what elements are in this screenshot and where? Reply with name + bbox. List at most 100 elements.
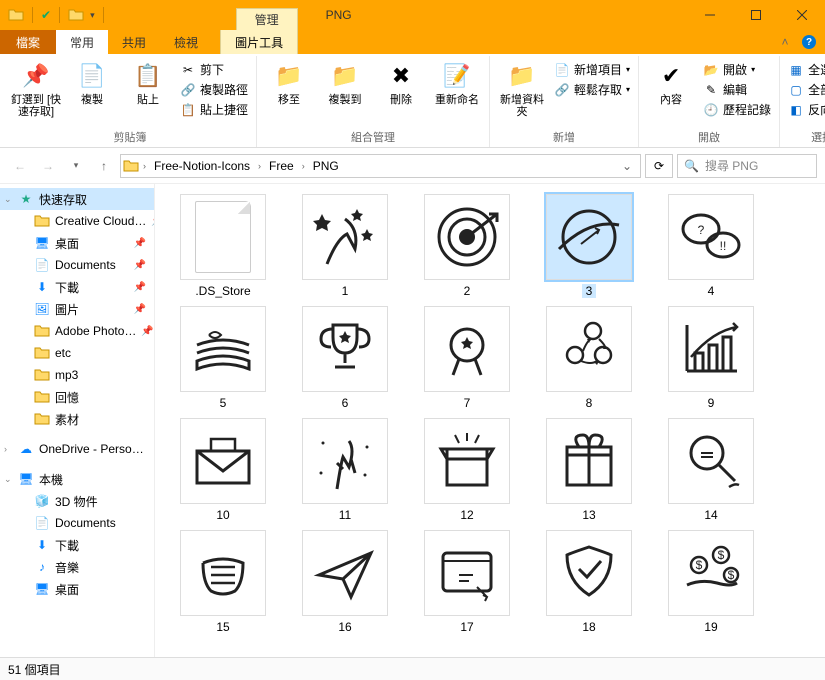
paste-shortcut-button[interactable]: 📋貼上捷徑 xyxy=(178,100,250,119)
sidebar-item-adobe[interactable]: Adobe Photo…📌 xyxy=(0,320,154,342)
cube-icon: 🧊 xyxy=(34,493,50,509)
qa-dropdown-icon[interactable]: ▾ xyxy=(90,10,95,21)
sidebar-item-this-pc[interactable]: ⌄🖥本機 xyxy=(0,468,154,490)
forward-button[interactable]: → xyxy=(36,154,60,178)
properties-button[interactable]: ✔內容 xyxy=(643,58,699,108)
address-field[interactable]: › Free-Notion-Icons › Free › PNG ⌄ xyxy=(120,154,641,178)
file-item[interactable]: 12 xyxy=(417,418,517,522)
pin-icon: 📌 xyxy=(134,238,146,249)
cut-button[interactable]: ✂剪下 xyxy=(178,60,250,79)
file-item[interactable]: 5 xyxy=(173,306,273,410)
back-button[interactable]: ← xyxy=(8,154,32,178)
easy-access-icon: 🔗 xyxy=(554,82,570,98)
breadcrumb-free[interactable]: Free xyxy=(265,157,298,175)
sidebar-item-etc[interactable]: etc xyxy=(0,342,154,364)
path-icon: 🔗 xyxy=(180,82,196,98)
qa-check-icon[interactable]: ✔ xyxy=(41,8,51,22)
sidebar-item-desktop2[interactable]: 🖥桌面 xyxy=(0,578,154,600)
search-input[interactable]: 🔍 搜尋 PNG xyxy=(677,154,817,178)
breadcrumb-root[interactable]: Free-Notion-Icons xyxy=(150,157,254,175)
qa-folder-icon[interactable] xyxy=(68,7,84,23)
breadcrumb-png[interactable]: PNG xyxy=(309,157,343,175)
copy-path-button[interactable]: 🔗複製路徑 xyxy=(178,80,250,99)
file-item[interactable]: 6 xyxy=(295,306,395,410)
ribbon-tabs: 檔案 常用 共用 檢視 圖片工具 ˄ ? xyxy=(0,30,825,54)
file-item[interactable]: 16 xyxy=(295,530,395,634)
minimize-button[interactable] xyxy=(687,0,733,30)
sidebar-item-onedrive[interactable]: ›☁OneDrive - Perso… xyxy=(0,438,154,460)
new-folder-button[interactable]: 📁新增資料夾 xyxy=(494,58,550,120)
address-dropdown-icon[interactable]: ⌄ xyxy=(616,159,638,173)
pin-icon: 📌 xyxy=(134,282,146,293)
sidebar-item-creative-cloud[interactable]: Creative Cloud…📌 xyxy=(0,210,154,232)
move-to-button[interactable]: 📁移至 xyxy=(261,58,317,108)
file-item[interactable]: 17 xyxy=(417,530,517,634)
sidebar-item-desktop[interactable]: 🖥桌面📌 xyxy=(0,232,154,254)
sidebar-item-documents[interactable]: 📄Documents📌 xyxy=(0,254,154,276)
file-item[interactable]: 2 xyxy=(417,194,517,298)
file-name: 1 xyxy=(342,284,349,298)
file-item[interactable]: 10 xyxy=(173,418,273,522)
open-button[interactable]: 📂開啟▾ xyxy=(701,60,773,79)
file-item[interactable]: 13 xyxy=(539,418,639,522)
scissors-icon: ✂ xyxy=(180,62,196,78)
sidebar-item-materials[interactable]: 素材 xyxy=(0,408,154,430)
recent-locations-button[interactable]: ▾ xyxy=(64,154,88,178)
invert-selection-button[interactable]: ◧反向選擇 xyxy=(786,100,825,119)
tab-share[interactable]: 共用 xyxy=(108,30,160,54)
app-icon xyxy=(8,7,24,23)
pictures-icon: 🖼 xyxy=(34,301,50,317)
sidebar-item-memories[interactable]: 回憶 xyxy=(0,386,154,408)
file-name: 5 xyxy=(220,396,227,410)
select-all-button[interactable]: ▦全選 xyxy=(786,60,825,79)
file-item[interactable]: 11 xyxy=(295,418,395,522)
pin-button[interactable]: 📌釘選到 [快速存取] xyxy=(8,58,64,120)
file-item[interactable]: 19 xyxy=(661,530,761,634)
sidebar-item-quick-access[interactable]: ⌄★快速存取 xyxy=(0,188,154,210)
file-item[interactable]: 4 xyxy=(661,194,761,298)
sidebar-item-mp3[interactable]: mp3 xyxy=(0,364,154,386)
file-item[interactable]: 8 xyxy=(539,306,639,410)
sidebar-item-music[interactable]: ♪音樂 xyxy=(0,556,154,578)
close-button[interactable] xyxy=(779,0,825,30)
refresh-button[interactable]: ⟳ xyxy=(645,154,673,178)
file-item[interactable]: 3 xyxy=(539,194,639,298)
file-item[interactable]: 15 xyxy=(173,530,273,634)
file-item[interactable]: 1 xyxy=(295,194,395,298)
sidebar-item-pictures[interactable]: 🖼圖片📌 xyxy=(0,298,154,320)
sidebar-item-downloads2[interactable]: ⬇下載 xyxy=(0,534,154,556)
file-item[interactable]: 18 xyxy=(539,530,639,634)
file-item[interactable]: 7 xyxy=(417,306,517,410)
select-none-button[interactable]: ▢全部不選 xyxy=(786,80,825,99)
rename-button[interactable]: 📝重新命名 xyxy=(429,58,485,108)
sidebar-item-documents2[interactable]: 📄Documents xyxy=(0,512,154,534)
tab-view[interactable]: 檢視 xyxy=(160,30,212,54)
edit-button[interactable]: ✎編輯 xyxy=(701,80,773,99)
file-item[interactable]: .DS_Store xyxy=(173,194,273,298)
maximize-button[interactable] xyxy=(733,0,779,30)
file-name: 8 xyxy=(586,396,593,410)
new-item-button[interactable]: 📄新增項目▾ xyxy=(552,60,632,79)
sidebar-item-3d-objects[interactable]: 🧊3D 物件 xyxy=(0,490,154,512)
help-button[interactable]: ? xyxy=(797,30,821,54)
copy-button[interactable]: 📄複製 xyxy=(64,58,120,108)
up-button[interactable]: ↑ xyxy=(92,154,116,178)
delete-icon: ✖ xyxy=(385,60,417,92)
sidebar-item-downloads[interactable]: ⬇下載📌 xyxy=(0,276,154,298)
tab-home[interactable]: 常用 xyxy=(56,30,108,54)
easy-access-button[interactable]: 🔗輕鬆存取▾ xyxy=(552,80,632,99)
history-button[interactable]: 🕘歷程記錄 xyxy=(701,100,773,119)
file-list[interactable]: .DS_Store12345678910111213141516171819 xyxy=(155,184,825,657)
copy-to-button[interactable]: 📁複製到 xyxy=(317,58,373,108)
shortcut-icon: 📋 xyxy=(180,102,196,118)
file-thumbnail xyxy=(180,530,266,616)
file-item[interactable]: 14 xyxy=(661,418,761,522)
delete-button[interactable]: ✖刪除 xyxy=(373,58,429,108)
file-thumbnail xyxy=(546,306,632,392)
paste-button[interactable]: 📋貼上 xyxy=(120,58,176,108)
tab-file[interactable]: 檔案 xyxy=(0,30,56,54)
address-bar: ← → ▾ ↑ › Free-Notion-Icons › Free › PNG… xyxy=(0,148,825,184)
file-item[interactable]: 9 xyxy=(661,306,761,410)
tab-picture-tools[interactable]: 圖片工具 xyxy=(220,30,298,54)
collapse-ribbon-icon[interactable]: ˄ xyxy=(773,30,797,54)
